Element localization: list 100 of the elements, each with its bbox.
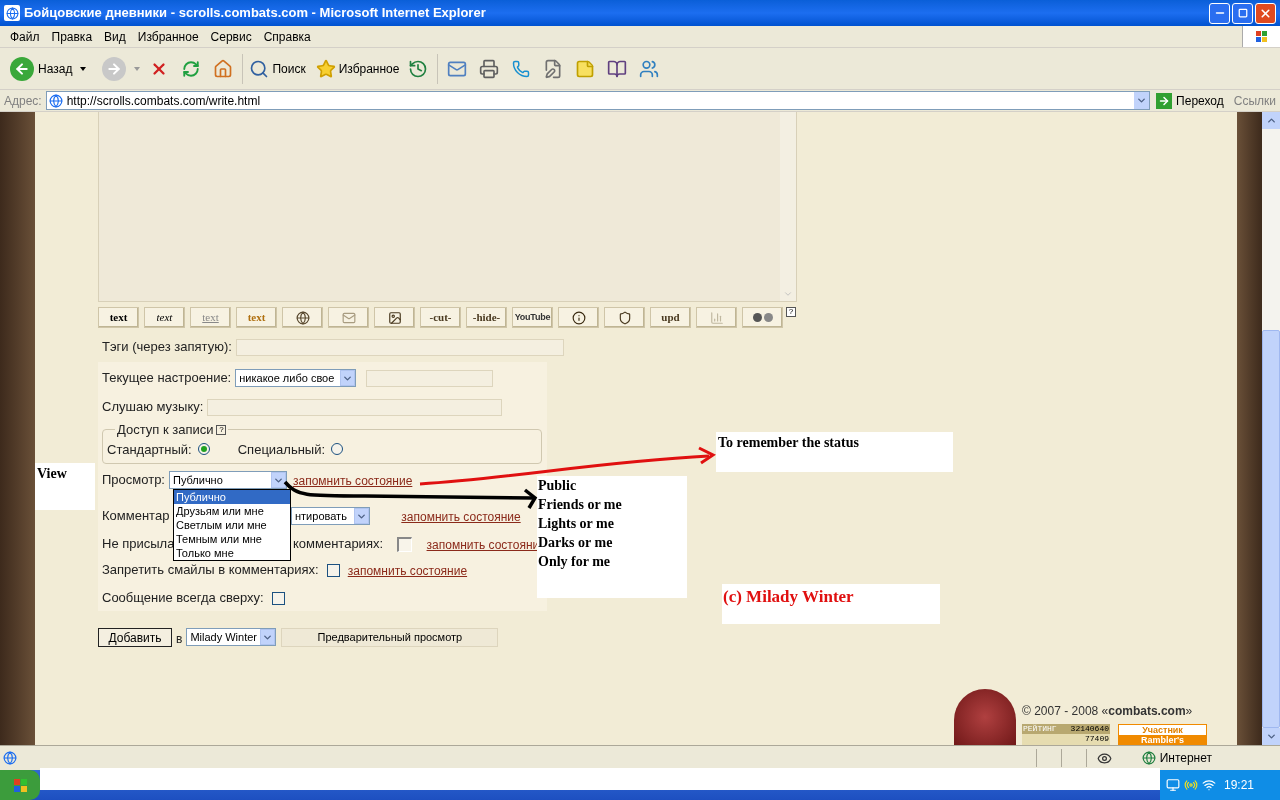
page-scrollbar[interactable] xyxy=(1262,112,1280,745)
network-icon[interactable] xyxy=(1166,778,1180,792)
annotation-box: To remember the status xyxy=(716,432,953,472)
shield-button[interactable] xyxy=(604,307,645,328)
picture-icon xyxy=(387,310,402,325)
menu-item[interactable]: Файл xyxy=(4,27,46,46)
format-button[interactable]: upd xyxy=(650,307,691,328)
translation-text: Lights or me xyxy=(538,515,615,533)
windows-logo-icon xyxy=(13,778,27,792)
minimize-button[interactable] xyxy=(1209,2,1230,24)
remember-state-link[interactable]: запомнить состояние xyxy=(347,564,468,578)
envelope-button[interactable] xyxy=(328,307,369,328)
view-label: Просмотр: xyxy=(102,471,165,490)
help-button[interactable]: ? xyxy=(216,424,227,435)
radio-button[interactable] xyxy=(197,443,210,456)
format-button[interactable]: YouTube xyxy=(512,307,553,328)
format-button[interactable]: text xyxy=(236,307,277,328)
journal-select[interactable]: Milady Winter xyxy=(186,628,277,646)
caret-icon xyxy=(134,66,141,71)
clock: 19:21 xyxy=(1224,777,1255,794)
windows-logo-icon xyxy=(1242,26,1280,47)
two-balls-button[interactable] xyxy=(742,307,783,328)
view-select[interactable]: Публично xyxy=(169,471,287,489)
preview-button[interactable]: Предварительный просмотр xyxy=(281,627,499,647)
mood-label: Текущее настроение: xyxy=(102,369,232,388)
translation-text: Darks or me xyxy=(538,534,614,552)
access-option-label: Стандартный: xyxy=(107,440,192,459)
menu-item[interactable]: Избранное xyxy=(131,27,205,46)
remember-state-link[interactable]: запомнить состояние xyxy=(293,474,413,488)
arrow-right-icon xyxy=(1156,92,1173,109)
help-button[interactable]: ? xyxy=(786,307,796,317)
tags-input[interactable] xyxy=(235,338,564,356)
caret-icon xyxy=(80,66,87,71)
shield-icon xyxy=(617,310,632,325)
format-button[interactable]: text xyxy=(98,307,139,328)
info-scroll-button[interactable] xyxy=(558,307,599,328)
search-icon xyxy=(249,58,270,79)
in-label: в xyxy=(176,631,183,648)
add-button[interactable]: Добавить xyxy=(98,627,172,647)
close-button[interactable] xyxy=(1255,2,1276,24)
privacy-icon[interactable] xyxy=(1096,750,1112,766)
bar-chart-button[interactable] xyxy=(696,307,737,328)
address-label: Адрес: xyxy=(4,92,42,110)
menu-item[interactable]: Сервис xyxy=(204,27,258,46)
address-field[interactable]: http://scrolls.combats.com/write.html xyxy=(45,91,1151,110)
dropdown-option[interactable]: Друзьям или мне xyxy=(174,504,290,518)
info-scroll-icon xyxy=(571,310,586,325)
ie-page-icon xyxy=(4,5,20,21)
no-smiles-label: Запретить смайлы в комментариях: xyxy=(102,561,319,580)
globe-button[interactable] xyxy=(282,307,323,328)
maximize-icon xyxy=(1237,8,1248,18)
format-button[interactable]: text xyxy=(144,307,185,328)
translation-text: Only for me xyxy=(538,553,612,571)
close-icon xyxy=(1259,6,1272,20)
dropdown-option[interactable]: Публично xyxy=(174,490,290,504)
wifi-icon[interactable] xyxy=(1202,778,1216,792)
radio-button[interactable] xyxy=(331,443,344,456)
dropdown-option[interactable]: Только мне xyxy=(174,546,290,560)
two-balls-icon xyxy=(752,313,773,322)
zone-label: Интернет xyxy=(1159,750,1212,767)
translation-text: Friends or me xyxy=(538,496,623,514)
always-on-top-label: Сообщение всегда сверху: xyxy=(102,589,264,608)
page-icon xyxy=(48,93,63,108)
go-button[interactable]: Переход xyxy=(1156,91,1224,110)
scroll-down-icon[interactable] xyxy=(1262,728,1280,745)
back-button[interactable]: Назад xyxy=(8,53,89,84)
comments-label: Комментар xyxy=(102,507,170,526)
picture-button[interactable] xyxy=(374,307,415,328)
radio-icon[interactable] xyxy=(1184,778,1198,792)
globe-icon xyxy=(295,310,310,325)
favorites-button[interactable]: Избранное xyxy=(315,58,400,79)
format-button[interactable]: -cut- xyxy=(420,307,461,328)
menu-item[interactable]: Правка xyxy=(45,27,99,46)
no-notify-label: Не присыла xyxy=(102,535,175,554)
translation-text: Public xyxy=(538,477,578,495)
checkbox[interactable] xyxy=(396,536,412,552)
wax-seal-icon xyxy=(954,689,1016,745)
checkbox[interactable] xyxy=(326,563,340,577)
rating-counter: РЕЙТИНГ 32140640 77409 xyxy=(1022,724,1110,745)
page-icon xyxy=(3,751,17,765)
comments-select[interactable]: нтировать xyxy=(291,507,370,525)
start-button[interactable] xyxy=(0,770,40,800)
dropdown-option[interactable]: Темным или мне xyxy=(174,532,290,546)
remember-state-link[interactable]: запомнить состояние xyxy=(401,510,521,524)
maximize-button[interactable] xyxy=(1232,2,1253,24)
annotation-box: View xyxy=(35,463,95,510)
scroll-thumb[interactable] xyxy=(1262,330,1280,728)
search-button[interactable]: Поиск xyxy=(249,58,306,79)
tags-label: Тэги (через запятую): xyxy=(102,338,232,357)
dropdown-option[interactable]: Светлым или мне xyxy=(174,518,290,532)
no-notify-label-end: комментариях: xyxy=(293,535,385,554)
mood-select[interactable]: никакое либо свое xyxy=(235,369,357,387)
format-button[interactable]: -hide- xyxy=(466,307,507,328)
mood-input[interactable] xyxy=(366,369,494,387)
checkbox[interactable] xyxy=(271,591,285,605)
menu-item[interactable]: Вид xyxy=(98,27,132,46)
scroll-up-icon[interactable] xyxy=(1262,112,1280,129)
menu-item[interactable]: Справка xyxy=(257,27,317,46)
copyright-text: © 2007 - 2008 «combats.com» xyxy=(1022,703,1193,720)
music-input[interactable] xyxy=(207,398,503,416)
